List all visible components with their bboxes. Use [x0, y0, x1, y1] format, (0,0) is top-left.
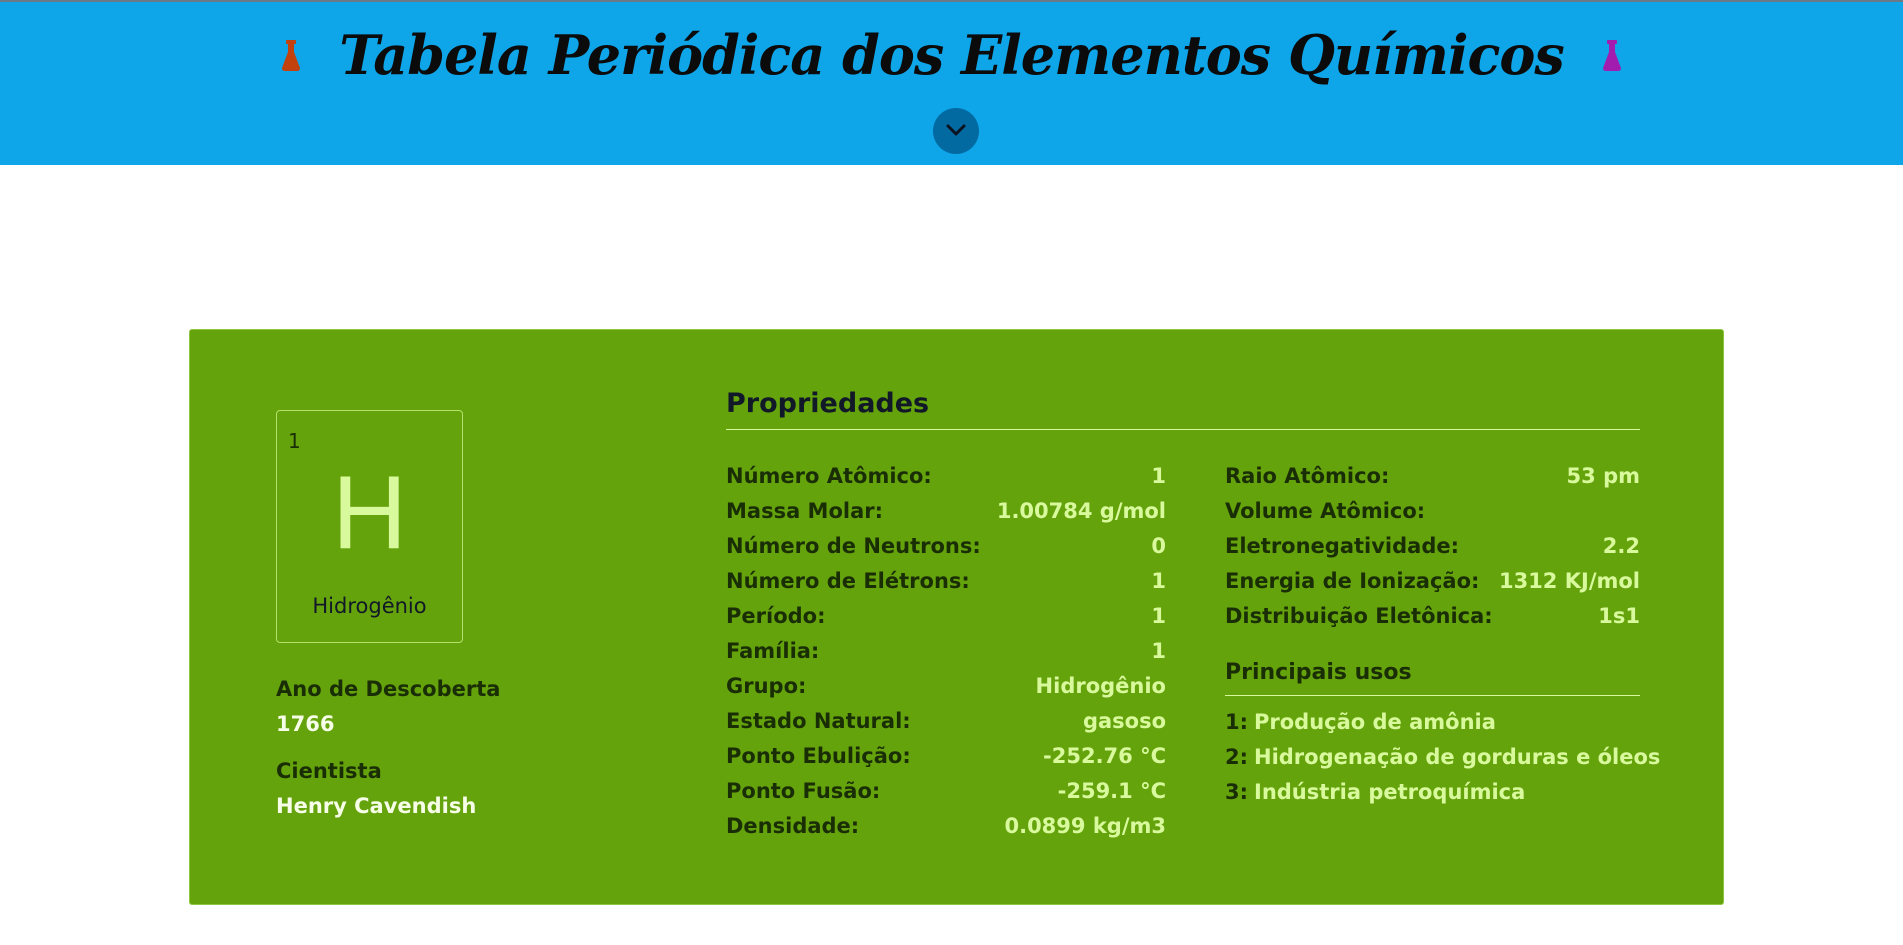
discovery-label: Ano de Descoberta [276, 677, 501, 701]
list-item: 3: Indústria petroquímica [1225, 780, 1526, 804]
property-row: Eletronegatividade: 2.2 [1225, 534, 1640, 558]
element-name: Hidrogênio [312, 594, 427, 618]
flask-icon [279, 37, 303, 73]
scientist-name: Henry Cavendish [276, 794, 477, 818]
property-row: Ponto Ebulição: -252.76 °C [726, 744, 1166, 768]
scientist-label: Cientista [276, 759, 382, 783]
discovery-year: 1766 [276, 712, 335, 736]
list-item: 1: Produção de amônia [1225, 710, 1496, 734]
property-row: Número de Elétrons: 1 [726, 569, 1166, 593]
properties-divider [726, 429, 1640, 430]
properties-title: Propriedades [726, 388, 930, 419]
page-header: Tabela Periódica dos Elementos Químicos [0, 0, 1903, 165]
usos-title: Principais usos [1225, 660, 1412, 685]
usos-divider [1225, 695, 1640, 696]
flask-icon [1600, 37, 1624, 73]
title-row: Tabela Periódica dos Elementos Químicos [0, 10, 1903, 100]
property-row: Grupo: Hidrogênio [726, 674, 1166, 698]
property-row: Estado Natural: gasoso [726, 709, 1166, 733]
property-row: Energia de Ionização: 1312 KJ/mol [1225, 569, 1640, 593]
property-row: Ponto Fusão: -259.1 °C [726, 779, 1166, 803]
property-row: Distribuição Eletônica: 1s1 [1225, 604, 1640, 628]
list-item: 2: Hidrogenação de gorduras e óleos [1225, 745, 1661, 769]
property-row: Número de Neutrons: 0 [726, 534, 1166, 558]
element-symbol: H [331, 455, 408, 571]
property-row: Densidade: 0.0899 kg/m3 [726, 814, 1166, 838]
chevron-down-icon [945, 122, 967, 141]
property-row: Família: 1 [726, 639, 1166, 663]
property-row: Raio Atômico: 53 pm [1225, 464, 1640, 488]
property-row: Volume Atômico: [1225, 499, 1426, 523]
property-row: Número Atômico: 1 [726, 464, 1166, 488]
element-card: 1 H Hidrogênio Ano de Descoberta 1766 Ci… [189, 329, 1724, 905]
element-tile: 1 H Hidrogênio [276, 410, 463, 643]
expand-button[interactable] [933, 108, 979, 154]
atomic-number: 1 [288, 429, 301, 453]
property-row: Massa Molar: 1.00784 g/mol [726, 499, 1166, 523]
property-row: Período: 1 [726, 604, 1166, 628]
page-title: Tabela Periódica dos Elementos Químicos [339, 23, 1565, 87]
